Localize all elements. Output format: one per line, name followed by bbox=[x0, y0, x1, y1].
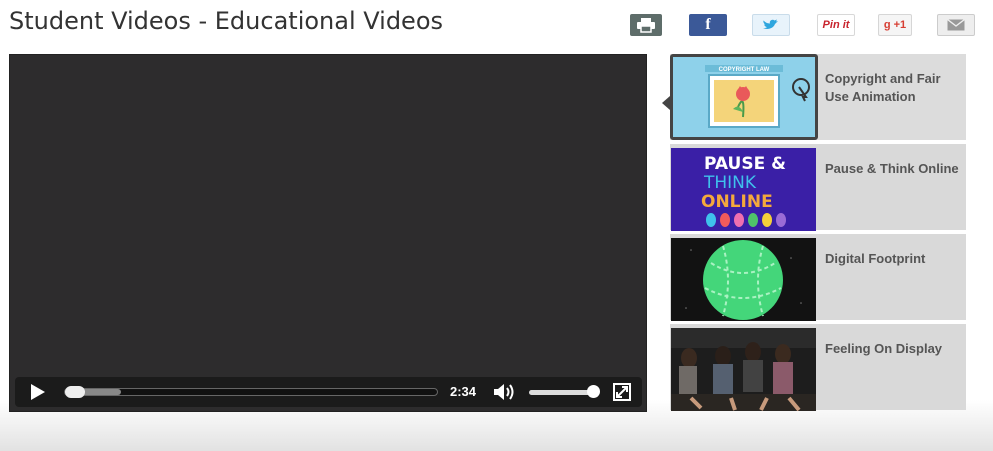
copyright-animation-thumbnail: COPYRIGHT LAW bbox=[673, 57, 815, 137]
video-player[interactable]: 2:34 bbox=[9, 54, 647, 412]
time-display: 2:34 bbox=[450, 384, 477, 399]
volume-handle[interactable] bbox=[587, 385, 600, 398]
play-button[interactable] bbox=[29, 383, 47, 401]
pause-think-thumbnail: PAUSE & THINK ONLINE bbox=[671, 148, 816, 231]
thumb-line: THINK bbox=[703, 173, 757, 193]
video-thumbnail[interactable] bbox=[671, 328, 816, 411]
playlist-item[interactable]: PAUSE & THINK ONLINE Pause & Think Onlin… bbox=[670, 144, 966, 231]
playlist-item[interactable]: Digital Footprint bbox=[670, 234, 966, 321]
progress-bar[interactable] bbox=[64, 386, 438, 398]
video-thumbnail[interactable]: PAUSE & THINK ONLINE bbox=[671, 148, 816, 231]
video-thumbnail[interactable] bbox=[671, 238, 816, 321]
progress-handle[interactable] bbox=[65, 386, 85, 398]
email-share-button[interactable] bbox=[937, 14, 975, 36]
googleplus-label: g +1 bbox=[883, 19, 907, 31]
page-title: Student Videos - Educational Videos bbox=[9, 7, 444, 35]
player-controls: 2:34 bbox=[15, 377, 642, 407]
thumb-caption: COPYRIGHT LAW bbox=[719, 67, 770, 73]
googleplus-button[interactable]: g +1 bbox=[878, 14, 912, 36]
active-indicator bbox=[662, 96, 670, 110]
facebook-icon: f bbox=[705, 16, 711, 33]
print-button[interactable] bbox=[630, 14, 662, 36]
playlist-item-title[interactable]: Pause & Think Online bbox=[825, 160, 965, 178]
playlist-item-title[interactable]: Copyright and Fair Use Animation bbox=[825, 70, 965, 106]
digital-footprint-thumbnail bbox=[671, 238, 816, 321]
fullscreen-button[interactable] bbox=[613, 383, 631, 401]
play-icon bbox=[31, 384, 45, 400]
playlist-item[interactable]: COPYRIGHT LAW Copyright and Fair Use Ani… bbox=[662, 54, 966, 140]
pinterest-label: Pin it bbox=[822, 19, 850, 31]
video-thumbnail[interactable]: COPYRIGHT LAW bbox=[670, 54, 818, 140]
twitter-bird-icon bbox=[763, 19, 778, 29]
twitter-share-button[interactable] bbox=[752, 14, 790, 36]
playlist-item-title[interactable]: Digital Footprint bbox=[825, 250, 965, 268]
thumb-line: ONLINE bbox=[701, 192, 773, 212]
printer-icon bbox=[637, 18, 655, 33]
playlist-item[interactable]: Feeling On Display bbox=[670, 324, 966, 411]
thumb-line: PAUSE & bbox=[704, 154, 786, 174]
playlist-item-title[interactable]: Feeling On Display bbox=[825, 340, 965, 358]
fullscreen-icon bbox=[613, 383, 631, 401]
envelope-icon bbox=[947, 19, 965, 31]
pinterest-button[interactable]: Pin it bbox=[817, 14, 855, 36]
mute-button[interactable] bbox=[493, 382, 517, 402]
feeling-on-display-thumbnail bbox=[671, 328, 816, 411]
volume-icon bbox=[494, 384, 514, 400]
facebook-share-button[interactable]: f bbox=[689, 14, 727, 36]
